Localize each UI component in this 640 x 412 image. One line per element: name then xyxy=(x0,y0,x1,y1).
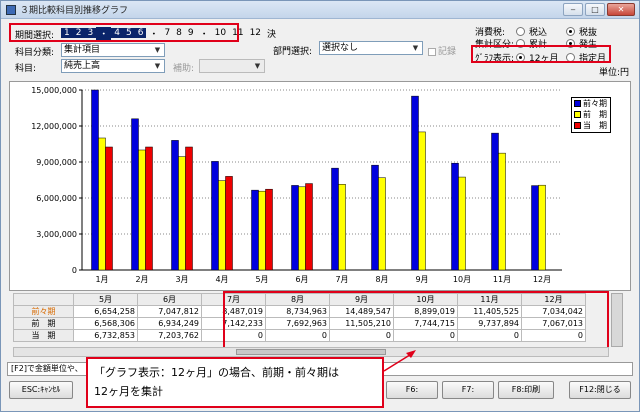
app-window: ３期比較科目別推移グラフ ‒ □ ✕ 期間選択: 1 2 3 ・ 4 5 6 ・ 7 8 9 ・ 10 1… xyxy=(0,0,640,412)
callout-line-1: 「グラフ表示：12ヶ月」の場合、前期・前々期は xyxy=(94,366,339,379)
callout-arrow-line xyxy=(383,352,414,372)
callout-line-2: 12ヶ月を集計 xyxy=(94,385,163,398)
callout-arrow xyxy=(383,350,416,372)
callout-annotation: 「グラフ表示：12ヶ月」の場合、前期・前々期は 12ヶ月を集計 xyxy=(86,357,384,408)
